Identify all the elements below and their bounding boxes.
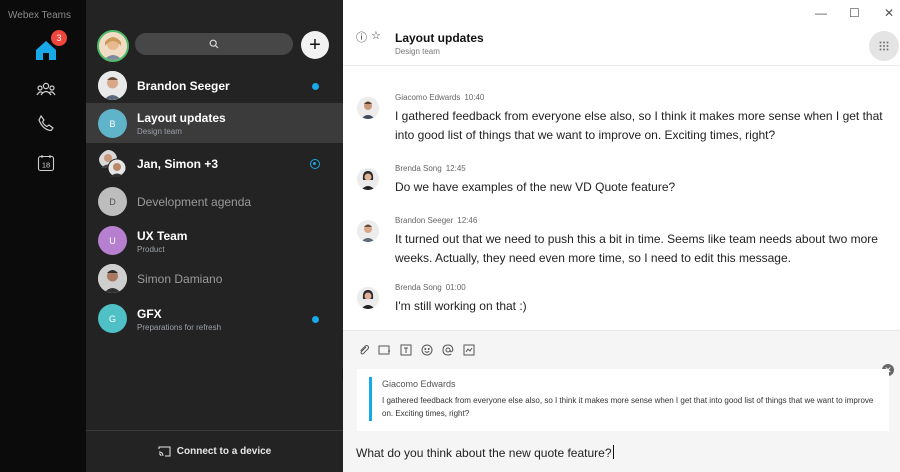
avatar	[357, 287, 379, 309]
connect-label: Connect to a device	[176, 446, 272, 457]
message-author: Brandon Seeger	[395, 216, 454, 225]
avatar	[357, 220, 379, 242]
message-time: 12:45	[445, 164, 466, 173]
message-composer: ✕ Giacomo Edwards I gathered feedback fr…	[343, 330, 900, 472]
favorite-star-icon[interactable]: ☆	[371, 29, 381, 42]
home-icon[interactable]: 3	[32, 30, 67, 64]
message-input[interactable]: What do you think about the new quote fe…	[356, 445, 614, 460]
attach-icon[interactable]	[357, 343, 370, 356]
space-title: Layout updates	[395, 31, 484, 45]
space-avatar: D	[98, 187, 127, 216]
space-item-ux-team[interactable]: U UX Team Product	[86, 222, 343, 260]
emoji-icon[interactable]	[420, 343, 433, 356]
space-subtitle: Preparations for refresh	[137, 322, 222, 332]
spaces-list-panel: + Brandon Seeger B Layout updates Design…	[86, 0, 352, 472]
teams-icon[interactable]	[32, 75, 60, 103]
message-author: Brenda Song	[395, 283, 442, 292]
mention-icon[interactable]	[441, 343, 454, 356]
cast-icon	[158, 446, 171, 457]
space-title: Simon Damiano	[137, 272, 223, 286]
space-title: Development agenda	[137, 195, 252, 209]
space-subtitle: Product	[137, 244, 165, 254]
space-subtitle: Design team	[395, 47, 440, 56]
unread-indicator	[312, 316, 319, 323]
message-time: 12:46	[457, 216, 478, 225]
message-text: Do we have examples of the new VD Quote …	[395, 180, 676, 194]
info-icon[interactable]: ⓘ	[356, 29, 367, 45]
space-avatar: U	[98, 226, 127, 255]
space-item-simon-damiano[interactable]: Simon Damiano	[86, 260, 343, 298]
list-header: +	[86, 0, 343, 64]
avatar	[357, 97, 379, 119]
space-item-development-agenda[interactable]: D Development agenda	[86, 183, 343, 221]
space-title: UX Team	[137, 228, 188, 243]
space-title: Brandon Seeger	[137, 79, 230, 93]
space-avatar: G	[98, 304, 127, 333]
search-icon	[209, 39, 219, 49]
new-space-button[interactable]: +	[301, 31, 329, 59]
whiteboard-icon[interactable]	[462, 343, 475, 356]
phone-icon[interactable]	[32, 109, 60, 137]
calendar-day: 18	[42, 161, 50, 170]
plus-icon: +	[309, 34, 321, 56]
message-author: Brenda Song	[395, 164, 442, 173]
space-header: ⓘ ☆ Layout updates Design team	[343, 0, 900, 66]
space-item-jan-simon[interactable]: Jan, Simon +3	[86, 145, 343, 183]
composer-toolbar	[357, 343, 475, 356]
connect-to-device-button[interactable]: Connect to a device	[86, 430, 343, 472]
avatar	[98, 264, 127, 293]
space-title: Jan, Simon +3	[137, 157, 219, 171]
avatar	[98, 71, 127, 100]
group-avatar	[98, 149, 127, 178]
space-title: Layout updates	[137, 110, 226, 125]
message-time: 01:00	[445, 283, 466, 292]
notification-badge: 3	[51, 30, 67, 46]
space-subtitle: Design team	[137, 126, 182, 136]
message-text: It turned out that we need to push this …	[395, 232, 878, 265]
message-text: I'm still working on that :)	[395, 299, 527, 313]
message-time: 10:40	[464, 93, 485, 102]
space-item-brandon-seeger[interactable]: Brandon Seeger	[86, 67, 343, 105]
space-avatar: B	[98, 109, 127, 138]
apps-grid-button[interactable]	[869, 31, 899, 61]
calendar-icon[interactable]: 18	[32, 149, 60, 177]
unread-indicator	[312, 83, 319, 90]
space-item-layout-updates[interactable]: B Layout updates Design team	[86, 103, 343, 143]
conversation-panel: — ☐ ✕ ⓘ ☆ Layout updates Design team Gia…	[343, 0, 900, 472]
quote-text: I gathered feedback from everyone else a…	[382, 396, 874, 418]
quoted-message: Giacomo Edwards I gathered feedback from…	[357, 369, 889, 431]
grid-icon	[879, 41, 889, 51]
screenshot-icon[interactable]	[378, 343, 391, 356]
app-title: Webex Teams	[8, 10, 71, 21]
mention-indicator	[310, 159, 320, 169]
avatar	[357, 168, 379, 190]
space-item-gfx[interactable]: G GFX Preparations for refresh	[86, 300, 343, 338]
quote-author: Giacomo Edwards	[382, 379, 456, 389]
message-author: Giacomo Edwards	[395, 93, 461, 102]
my-avatar[interactable]	[97, 30, 129, 62]
format-text-icon[interactable]	[399, 343, 412, 356]
search-bar[interactable]	[135, 33, 293, 55]
quote-accent-bar	[369, 377, 372, 421]
navigation-rail: Webex Teams 3 18	[0, 0, 86, 472]
space-title: GFX	[137, 306, 162, 321]
message-text: I gathered feedback from everyone else a…	[395, 109, 883, 142]
